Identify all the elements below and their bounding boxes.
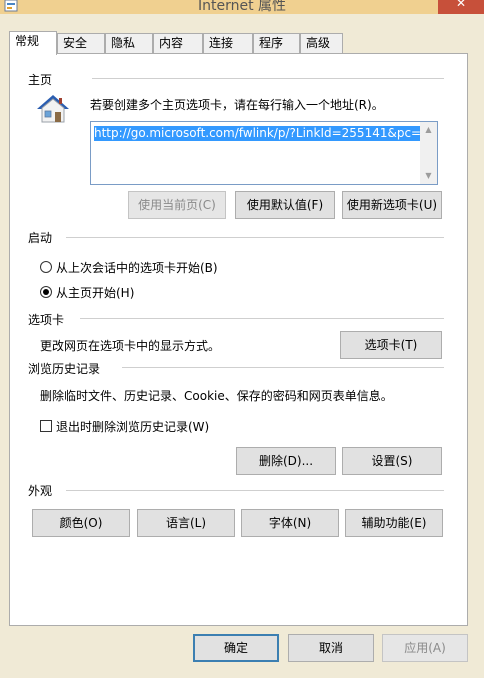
start-last-session-radio[interactable] [40,261,52,273]
tab-label: 隐私 [111,36,136,50]
startup-group-title: 启动 [28,231,53,245]
tab-privacy[interactable]: 隐私 [105,33,153,54]
delete-on-exit-label: 退出时删除浏览历史记录(W) [56,420,210,434]
tab-advanced[interactable]: 高级 [300,33,343,54]
start-home-label: 从主页开始(H) [56,286,135,300]
close-button[interactable]: ✕ [438,0,484,14]
divider [92,78,444,79]
home-url-textarea[interactable]: http://go.microsoft.com/fwlink/p/?LinkId… [90,121,438,185]
scroll-up-icon[interactable]: ▲ [420,122,437,138]
divider [66,490,444,491]
divider [80,318,444,319]
languages-button[interactable]: 语言(L) [137,509,235,537]
tabs-description: 更改网页在选项卡中的显示方式。 [40,339,221,353]
fonts-button[interactable]: 字体(N) [241,509,339,537]
home-group-title: 主页 [28,73,53,87]
title-bar: Internet 属性 ✕ [0,0,484,14]
colors-button[interactable]: 颜色(O) [32,509,130,537]
tab-label: 安全 [63,36,88,50]
history-group-title: 浏览历史记录 [28,362,101,376]
start-home-radio[interactable] [40,286,52,298]
apply-button[interactable]: 应用(A) [382,634,468,662]
tab-programs[interactable]: 程序 [253,33,300,54]
use-new-tab-button[interactable]: 使用新选项卡(U) [342,191,442,219]
accessibility-button[interactable]: 辅助功能(E) [345,509,443,537]
tab-content[interactable]: 内容 [153,33,203,54]
tab-general[interactable]: 常规 [9,31,57,55]
window-title: Internet 属性 [197,0,287,14]
close-icon: ✕ [455,0,467,10]
history-description: 删除临时文件、历史记录、Cookie、保存的密码和网页表单信息。 [40,389,393,403]
tab-label: 常规 [15,34,40,48]
history-settings-button[interactable]: 设置(S) [342,447,442,475]
general-tab-panel: 主页 若要创建多个主页选项卡，请在每行输入一个地址(R)。 http://go.… [9,53,468,626]
home-description: 若要创建多个主页选项卡，请在每行输入一个地址(R)。 [90,98,384,112]
cancel-button[interactable]: 取消 [288,634,374,662]
tab-label: 连接 [209,36,234,50]
tab-label: 高级 [306,36,331,50]
tabs-group-title: 选项卡 [28,313,65,327]
tab-label: 程序 [259,36,284,50]
use-current-button[interactable]: 使用当前页(C) [128,191,226,219]
delete-history-button[interactable]: 删除(D)... [236,447,336,475]
home-url-text: http://go.microsoft.com/fwlink/p/?LinkId… [94,126,423,141]
tab-connections[interactable]: 连接 [203,33,253,54]
tab-label: 内容 [159,36,184,50]
start-last-session-label: 从上次会话中的选项卡开始(B) [56,261,218,275]
url-scrollbar[interactable]: ▲ ▼ [420,122,437,184]
tabs-settings-button[interactable]: 选项卡(T) [340,331,442,359]
scroll-down-icon[interactable]: ▼ [420,168,437,184]
tab-security[interactable]: 安全 [57,33,105,54]
ok-button[interactable]: 确定 [193,634,279,662]
use-default-button[interactable]: 使用默认值(F) [235,191,335,219]
divider [122,367,444,368]
appearance-group-title: 外观 [28,484,53,498]
divider [66,237,444,238]
home-house-icon [37,95,69,123]
delete-on-exit-checkbox[interactable] [40,420,52,432]
